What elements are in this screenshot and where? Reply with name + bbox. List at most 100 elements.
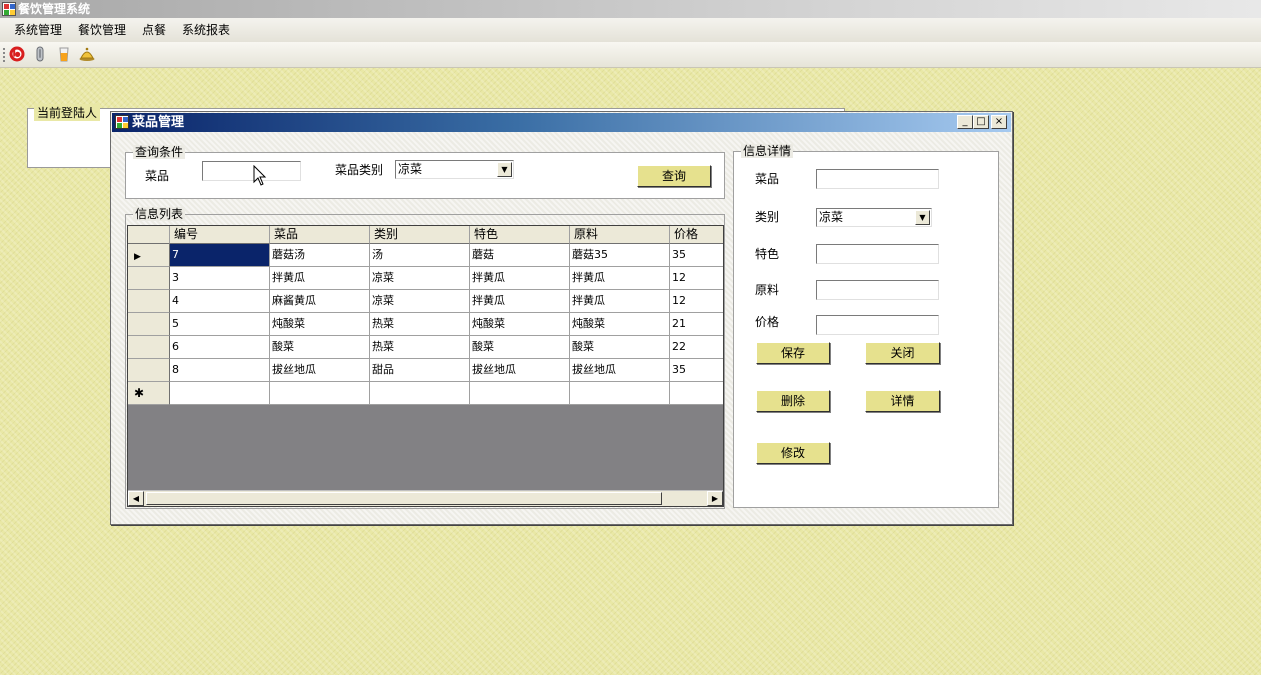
- query-button[interactable]: 查询: [637, 165, 711, 187]
- scrollbar-thumb[interactable]: [146, 492, 662, 505]
- menu-catering-management[interactable]: 餐饮管理: [70, 18, 134, 42]
- table-cell[interactable]: 甜品: [370, 359, 470, 382]
- table-cell[interactable]: 炖酸菜: [470, 313, 570, 336]
- new-row-cell[interactable]: [170, 382, 270, 405]
- table-cell[interactable]: 12: [670, 290, 723, 313]
- table-cell[interactable]: 酸菜: [570, 336, 670, 359]
- row-header-current[interactable]: ▶: [128, 244, 170, 267]
- column-header-dish[interactable]: 菜品: [270, 226, 370, 244]
- table-cell[interactable]: 6: [170, 336, 270, 359]
- column-header-ingredient[interactable]: 原料: [570, 226, 670, 244]
- row-header-new[interactable]: ✱: [128, 382, 170, 405]
- new-row-cell[interactable]: [370, 382, 470, 405]
- table-cell[interactable]: 拔丝地瓜: [270, 359, 370, 382]
- detail-dish-input[interactable]: [816, 169, 939, 189]
- table-cell[interactable]: 拌黄瓜: [570, 267, 670, 290]
- drink-icon[interactable]: [56, 46, 72, 62]
- menu-order[interactable]: 点餐: [134, 18, 174, 42]
- chevron-down-icon[interactable]: ▼: [497, 162, 512, 177]
- table-cell[interactable]: 拌黄瓜: [470, 290, 570, 313]
- table-cell[interactable]: 炖酸菜: [270, 313, 370, 336]
- child-window-icon: [115, 115, 129, 129]
- table-cell[interactable]: 拔丝地瓜: [470, 359, 570, 382]
- scroll-left-icon[interactable]: ◀: [128, 491, 144, 506]
- mouse-cursor-icon: [253, 165, 267, 186]
- table-cell[interactable]: 8: [170, 359, 270, 382]
- table-cell[interactable]: 炖酸菜: [570, 313, 670, 336]
- beats-icon[interactable]: [9, 46, 25, 62]
- table-cell[interactable]: 拌黄瓜: [270, 267, 370, 290]
- row-header[interactable]: [128, 290, 170, 313]
- current-row-arrow-icon: ▶: [134, 252, 141, 262]
- detail-feature-label: 特色: [755, 247, 780, 261]
- scroll-right-icon[interactable]: ▶: [707, 491, 723, 506]
- grid-corner-header: [128, 226, 170, 244]
- column-header-id[interactable]: 编号: [170, 226, 270, 244]
- query-dish-input[interactable]: [202, 161, 301, 181]
- table-cell[interactable]: 汤: [370, 244, 470, 267]
- dish-grid[interactable]: 编号 菜品 类别 特色 原料 价格 ▶ 7 蘑菇汤 汤 蘑菇 蘑菇35 35 3…: [127, 225, 724, 507]
- close-window-button[interactable]: ×: [991, 115, 1007, 129]
- toolbar: [0, 42, 1261, 68]
- table-cell[interactable]: 4: [170, 290, 270, 313]
- table-cell[interactable]: 蘑菇汤: [270, 244, 370, 267]
- table-cell[interactable]: 22: [670, 336, 723, 359]
- row-header[interactable]: [128, 267, 170, 290]
- table-cell[interactable]: 35: [670, 244, 723, 267]
- detail-price-input[interactable]: [816, 315, 939, 335]
- row-header[interactable]: [128, 359, 170, 382]
- query-category-select[interactable]: 凉菜 ▼: [395, 160, 514, 179]
- detail-ingredient-input[interactable]: [816, 280, 939, 300]
- delete-button[interactable]: 删除: [756, 390, 830, 412]
- column-header-price[interactable]: 价格: [670, 226, 723, 244]
- table-cell[interactable]: 21: [670, 313, 723, 336]
- save-button[interactable]: 保存: [756, 342, 830, 364]
- menu-system-management[interactable]: 系统管理: [6, 18, 70, 42]
- close-button[interactable]: 关闭: [865, 342, 940, 364]
- detail-ingredient-label: 原料: [755, 283, 780, 297]
- bell-icon[interactable]: [79, 46, 95, 62]
- new-row-cell[interactable]: [570, 382, 670, 405]
- table-cell[interactable]: 3: [170, 267, 270, 290]
- table-cell[interactable]: 酸菜: [470, 336, 570, 359]
- table-cell[interactable]: 凉菜: [370, 290, 470, 313]
- app-title: 餐饮管理系统: [18, 2, 91, 16]
- new-row-cell[interactable]: [470, 382, 570, 405]
- column-header-feature[interactable]: 特色: [470, 226, 570, 244]
- table-cell[interactable]: 蘑菇35: [570, 244, 670, 267]
- details-button[interactable]: 详情: [865, 390, 940, 412]
- table-cell[interactable]: 酸菜: [270, 336, 370, 359]
- detail-category-select[interactable]: 凉菜 ▼: [816, 208, 932, 227]
- table-cell[interactable]: 蘑菇: [470, 244, 570, 267]
- list-group-label: 信息列表: [133, 207, 186, 221]
- table-cell[interactable]: 拌黄瓜: [470, 267, 570, 290]
- clip-icon[interactable]: [32, 46, 48, 62]
- table-cell[interactable]: 热菜: [370, 313, 470, 336]
- table-cell[interactable]: 5: [170, 313, 270, 336]
- maximize-button[interactable]: □: [973, 115, 989, 129]
- row-header[interactable]: [128, 313, 170, 336]
- modify-button[interactable]: 修改: [756, 442, 830, 464]
- detail-feature-input[interactable]: [816, 244, 939, 264]
- menu-system-reports[interactable]: 系统报表: [174, 18, 238, 42]
- table-cell[interactable]: 12: [670, 267, 723, 290]
- table-cell[interactable]: 7: [170, 244, 270, 267]
- minimize-button[interactable]: _: [957, 115, 973, 129]
- query-dish-label: 菜品: [145, 169, 170, 183]
- table-cell[interactable]: 拔丝地瓜: [570, 359, 670, 382]
- table-cell[interactable]: 35: [670, 359, 723, 382]
- row-header[interactable]: [128, 336, 170, 359]
- detail-category-value: 凉菜: [819, 210, 844, 224]
- grid-horizontal-scrollbar[interactable]: ◀ ▶: [128, 490, 723, 506]
- chevron-down-icon[interactable]: ▼: [915, 210, 930, 225]
- dish-management-title-bar[interactable]: 菜品管理: [112, 113, 1011, 132]
- query-category-label: 菜品类别: [335, 163, 384, 177]
- column-header-category[interactable]: 类别: [370, 226, 470, 244]
- new-row-cell[interactable]: [270, 382, 370, 405]
- new-row-cell[interactable]: [670, 382, 723, 405]
- table-cell[interactable]: 热菜: [370, 336, 470, 359]
- table-cell[interactable]: 拌黄瓜: [570, 290, 670, 313]
- table-cell[interactable]: 麻酱黄瓜: [270, 290, 370, 313]
- toolbar-grip[interactable]: [3, 48, 5, 62]
- table-cell[interactable]: 凉菜: [370, 267, 470, 290]
